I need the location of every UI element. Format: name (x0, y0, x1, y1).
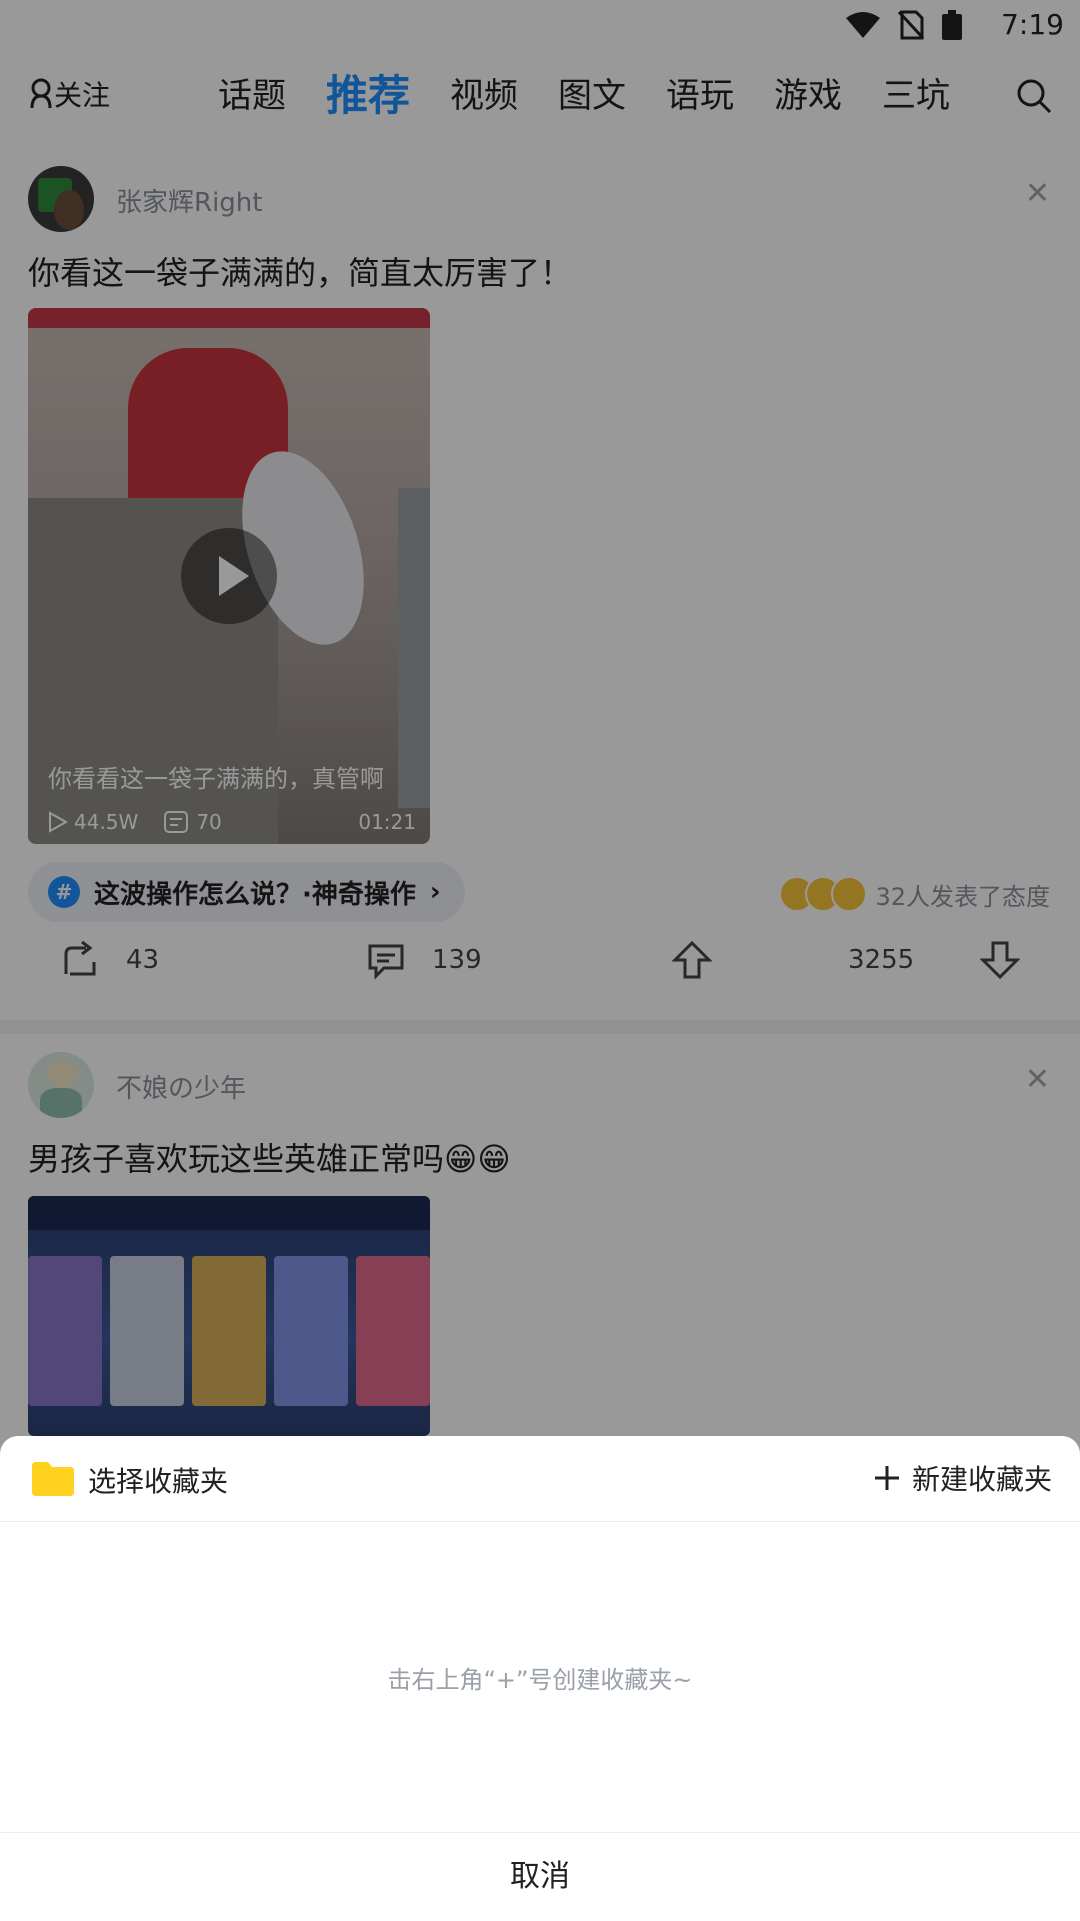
sheet-header: 选择收藏夹 新建收藏夹 (0, 1436, 1080, 1522)
favorites-sheet: 选择收藏夹 新建收藏夹 击右上角“+”号创建收藏夹~ 取消 (0, 1436, 1080, 1920)
cancel-button[interactable]: 取消 (0, 1832, 1080, 1920)
folder-icon (32, 1462, 74, 1496)
plus-icon (874, 1466, 899, 1490)
empty-hint: 击右上角“+”号创建收藏夹~ (387, 1666, 693, 1694)
new-folder-button[interactable]: 新建收藏夹 (874, 1458, 1052, 1498)
sheet-title: 选择收藏夹 (88, 1465, 229, 1498)
new-folder-label: 新建收藏夹 (911, 1463, 1052, 1496)
